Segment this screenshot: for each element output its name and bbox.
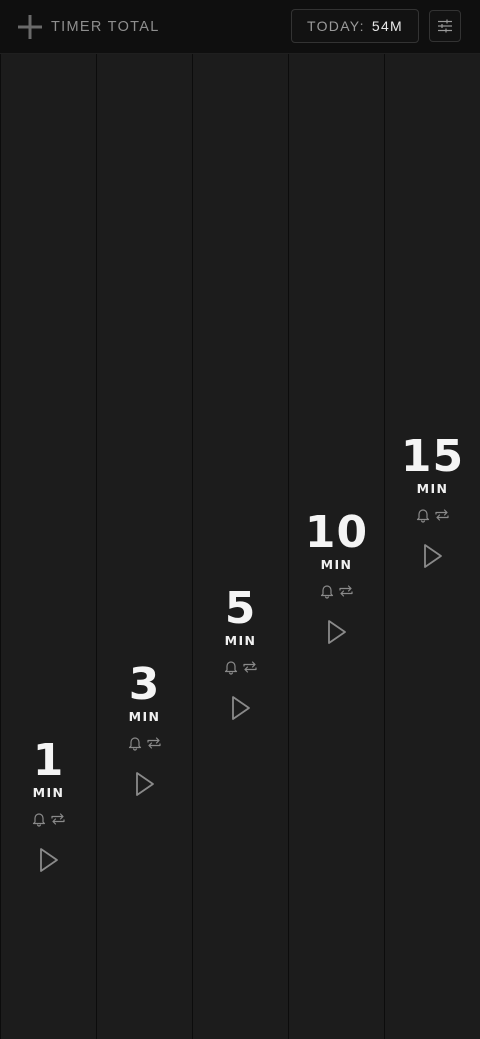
timer-value: 10: [304, 507, 369, 558]
add-timer-button[interactable]: TIMER TOTAL: [18, 14, 160, 40]
timer-column-1[interactable]: 1 MIN: [0, 54, 96, 1039]
timer-column-5[interactable]: 5 MIN: [192, 54, 288, 1039]
repeat-icon[interactable]: [50, 811, 66, 827]
timer-value: 3: [128, 659, 161, 710]
play-icon: [39, 848, 58, 872]
today-value: 54M: [371, 18, 403, 34]
play-button[interactable]: [227, 694, 255, 722]
timer-column-3[interactable]: 3 MIN: [96, 54, 192, 1039]
timer-column-10[interactable]: 10 MIN: [288, 54, 384, 1039]
timer-columns: 1 MIN 3 MIN 5 MIN 10 MIN 15 MIN: [0, 54, 480, 1039]
timer-unit: MIN: [320, 557, 353, 572]
bell-icon[interactable]: [223, 659, 239, 675]
timer-value: 5: [224, 583, 257, 634]
play-button[interactable]: [419, 542, 447, 570]
repeat-icon[interactable]: [434, 507, 450, 523]
timer-value: 1: [32, 735, 65, 786]
bell-icon[interactable]: [31, 811, 47, 827]
bell-icon[interactable]: [415, 507, 431, 523]
timer-unit: MIN: [224, 633, 257, 648]
timer-unit: MIN: [128, 709, 161, 724]
timer-options: [97, 734, 192, 752]
bell-icon[interactable]: [319, 583, 335, 599]
play-icon: [231, 696, 250, 720]
bell-icon[interactable]: [127, 735, 143, 751]
timer-value: 15: [400, 431, 465, 482]
play-button[interactable]: [35, 846, 63, 874]
play-button[interactable]: [323, 618, 351, 646]
timer-preset: 5 MIN: [193, 586, 288, 722]
timer-preset: 1 MIN: [1, 738, 96, 874]
play-icon: [327, 620, 346, 644]
timer-options: [289, 582, 384, 600]
timer-preset: 15 MIN: [385, 434, 480, 570]
today-total-badge[interactable]: TODAY: 54M: [291, 9, 419, 43]
timer-column-15[interactable]: 15 MIN: [384, 54, 480, 1039]
play-icon: [423, 544, 442, 568]
app-header: TIMER TOTAL TODAY: 54M: [0, 0, 480, 54]
timer-options: [385, 506, 480, 524]
settings-button[interactable]: [429, 10, 461, 42]
timer-preset: 3 MIN: [97, 662, 192, 798]
repeat-icon[interactable]: [146, 735, 162, 751]
play-button[interactable]: [131, 770, 159, 798]
timer-unit: MIN: [32, 785, 65, 800]
repeat-icon[interactable]: [338, 583, 354, 599]
today-label: TODAY:: [307, 18, 365, 34]
timer-preset: 10 MIN: [289, 510, 384, 646]
timer-unit: MIN: [416, 481, 449, 496]
timer-options: [1, 810, 96, 828]
play-icon: [135, 772, 154, 796]
sliders-icon: [437, 18, 453, 34]
app-title: TIMER TOTAL: [51, 19, 160, 35]
repeat-icon[interactable]: [242, 659, 258, 675]
plus-icon: [18, 15, 42, 39]
timer-options: [193, 658, 288, 676]
